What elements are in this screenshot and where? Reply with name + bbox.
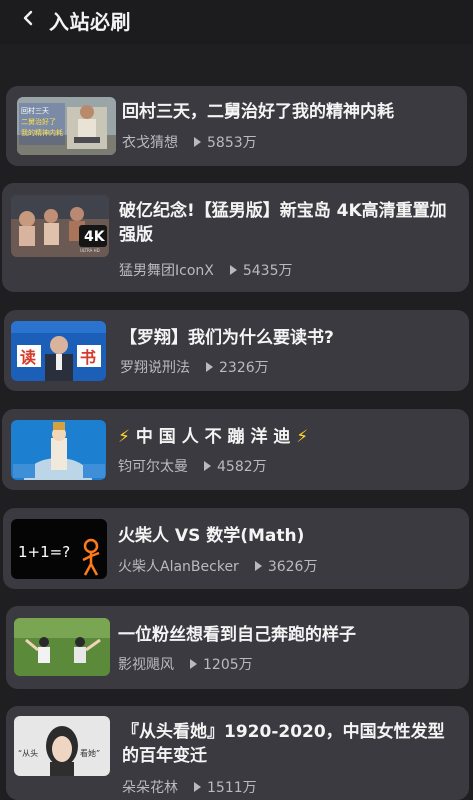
video-author: 影视飓风: [118, 657, 174, 673]
page-title: 入站必刷: [49, 10, 131, 34]
video-title: 『从头看她』1920-2020，中国女性发型的百年变迁: [122, 722, 445, 766]
video-author: 朵朵花林: [122, 780, 178, 796]
video-meta: 朵朵花林 1511万: [122, 777, 257, 797]
view-count: 3626万: [267, 559, 318, 575]
video-card[interactable]: “从头 看她” 『从头看她』1920-2020，中国女性发型的百年变迁 朵朵花林…: [6, 706, 469, 800]
video-card[interactable]: 4K ULTRA HD 破亿纪念!【猛男版】新宝岛 4K高清重置加强版 猛男舞团…: [2, 183, 469, 292]
thumb-text: 我的精神内耗: [21, 128, 63, 137]
video-list: 回村三天 二舅治好了 我的精神内耗 回村三天，二舅治好了我的精神内耗 衣戈猜想 …: [0, 0, 473, 800]
play-count-icon: [229, 265, 237, 275]
thumb-text: “从头: [18, 748, 38, 758]
chevron-left-icon: [23, 10, 33, 26]
video-card[interactable]: ⚡ 中 国 人 不 蹦 洋 迪 ⚡ 钧可尔太曼 4582万: [2, 409, 469, 490]
video-meta: 罗翔说刑法 2326万: [120, 357, 269, 377]
video-thumbnail: [11, 420, 106, 480]
video-meta: 衣戈猜想 5853万: [122, 132, 257, 152]
video-thumbnail: [14, 618, 110, 676]
thumb-text: 二舅治好了: [21, 117, 56, 126]
video-author: 罗翔说刑法: [120, 360, 190, 376]
back-button[interactable]: [18, 6, 40, 30]
view-count: 1205万: [203, 657, 253, 673]
view-count: 5435万: [242, 263, 293, 279]
play-count-icon: [190, 659, 197, 669]
play-count-icon: [206, 362, 213, 372]
view-count: 2326万: [219, 360, 269, 376]
video-meta: 影视飓风 1205万: [118, 654, 253, 674]
play-count-icon: [194, 782, 201, 792]
video-title: ⚡ 中 国 人 不 蹦 洋 迪 ⚡: [118, 425, 458, 449]
video-card[interactable]: 读 书 【罗翔】我们为什么要读书? 罗翔说刑法 2326万: [4, 310, 469, 391]
page-header: 入站必刷: [0, 0, 473, 44]
video-thumbnail: “从头 看她”: [14, 716, 110, 776]
video-thumbnail: 读 书: [11, 321, 106, 381]
video-card[interactable]: 回村三天 二舅治好了 我的精神内耗 回村三天，二舅治好了我的精神内耗 衣戈猜想 …: [6, 86, 467, 166]
thumb-text: 书: [80, 348, 96, 367]
video-card[interactable]: 一位粉丝想看到自己奔跑的样子 影视飓风 1205万: [6, 606, 469, 689]
video-title: 火柴人 VS 数学(Math): [118, 526, 305, 546]
video-title: 【罗翔】我们为什么要读书?: [120, 328, 334, 348]
video-author: 钧可尔太曼: [118, 459, 188, 475]
thumb-text: 读: [20, 348, 36, 367]
play-count-icon: [254, 561, 262, 571]
video-author: 猛男舞团IconX: [119, 263, 214, 279]
play-count-icon: [194, 137, 201, 147]
video-thumbnail: 回村三天 二舅治好了 我的精神内耗: [17, 97, 116, 155]
video-author: 火柴人AlanBecker: [118, 559, 239, 575]
thumb-text: 看她”: [80, 748, 100, 758]
thumb-badge-sub: ULTRA HD: [80, 248, 100, 253]
view-count: 1511万: [207, 780, 257, 796]
lightning-icon: ⚡: [296, 427, 309, 447]
video-title-text: 中 国 人 不 蹦 洋 迪: [135, 427, 291, 447]
video-thumbnail: 4K ULTRA HD: [11, 195, 109, 257]
video-title: 一位粉丝想看到自己奔跑的样子: [118, 625, 356, 645]
thumb-text: 1+1=?: [18, 543, 70, 561]
view-count: 4582万: [217, 459, 267, 475]
video-title: 回村三天，二舅治好了我的精神内耗: [122, 102, 394, 122]
video-meta: 火柴人AlanBecker 3626万: [118, 556, 317, 576]
thumb-text: 回村三天: [21, 106, 49, 115]
thumb-badge: 4K: [84, 229, 106, 245]
video-meta: 猛男舞团IconX 5435万: [119, 260, 293, 280]
video-thumbnail: 1+1=?: [11, 519, 107, 579]
view-count: 5853万: [207, 135, 257, 151]
lightning-icon: ⚡: [118, 427, 130, 447]
video-title: 破亿纪念!【猛男版】新宝岛 4K高清重置加强版: [119, 201, 447, 245]
play-count-icon: [204, 461, 211, 471]
video-author: 衣戈猜想: [122, 135, 178, 151]
video-meta: 钧可尔太曼 4582万: [118, 456, 267, 476]
video-card[interactable]: 1+1=? 火柴人 VS 数学(Math) 火柴人AlanBecker 3626…: [3, 508, 469, 589]
